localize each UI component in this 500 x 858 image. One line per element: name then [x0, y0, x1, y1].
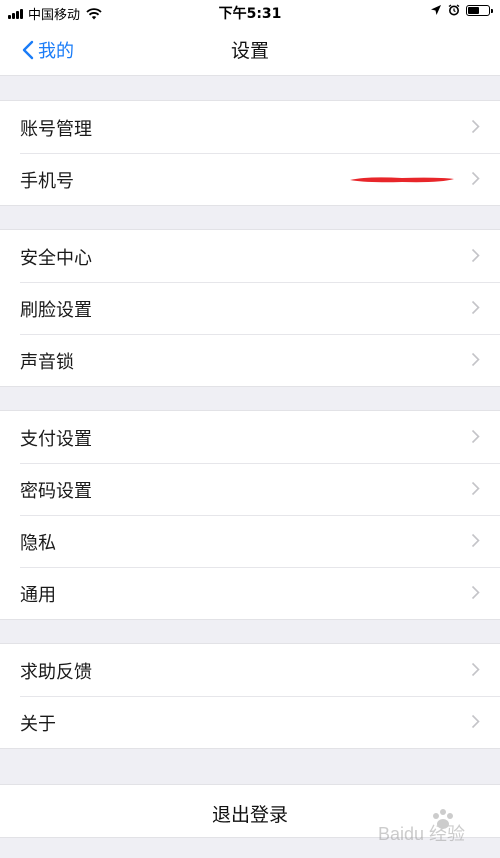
- settings-row-password-settings[interactable]: 密码设置: [0, 463, 500, 515]
- row-label: 密码设置: [20, 481, 92, 502]
- page-title: 设置: [230, 40, 269, 62]
- settings-row-security-center[interactable]: 安全中心: [0, 230, 500, 282]
- chevron-right-icon: [471, 300, 480, 315]
- row-label: 安全中心: [20, 248, 92, 269]
- status-bar: 中国移动 下午5:31: [0, 0, 500, 24]
- settings-row-face-settings[interactable]: 刷脸设置: [0, 282, 500, 334]
- row-label: 账号管理: [20, 119, 92, 140]
- chevron-right-icon: [471, 714, 480, 729]
- settings-group-security: 安全中心 刷脸设置 声音锁: [0, 229, 500, 387]
- row-label: 手机号: [20, 171, 74, 192]
- row-label: 支付设置: [20, 429, 92, 450]
- settings-row-voice-lock[interactable]: 声音锁: [0, 334, 500, 386]
- chevron-right-icon: [471, 533, 480, 548]
- baidu-watermark: Baidu 经验: [378, 809, 465, 844]
- navigation-bar: 我的 设置: [0, 24, 500, 76]
- chevron-right-icon: [471, 119, 480, 134]
- settings-row-phone-number[interactable]: 手机号: [0, 153, 500, 205]
- row-label: 求助反馈: [20, 662, 92, 683]
- chevron-right-icon: [471, 585, 480, 600]
- status-right: [430, 4, 493, 16]
- settings-row-payment-settings[interactable]: 支付设置: [0, 411, 500, 463]
- settings-group-payment: 支付设置 密码设置 隐私 通用: [0, 410, 500, 620]
- settings-group-support: 求助反馈 关于: [0, 643, 500, 749]
- settings-group-account: 账号管理 手机号: [0, 100, 500, 206]
- status-time: 下午5:31: [218, 6, 282, 22]
- alarm-icon: [448, 4, 460, 16]
- chevron-right-icon: [471, 429, 480, 444]
- settings-row-account-management[interactable]: 账号管理: [0, 101, 500, 153]
- row-label: 通用: [20, 585, 56, 606]
- location-icon: [431, 5, 441, 15]
- battery-icon: [466, 4, 493, 16]
- settings-row-about[interactable]: 关于: [0, 696, 500, 748]
- row-label: 隐私: [20, 533, 56, 554]
- chevron-right-icon: [471, 352, 480, 367]
- chevron-right-icon: [471, 481, 480, 496]
- chevron-right-icon: [471, 248, 480, 263]
- redaction-mark: [350, 177, 454, 183]
- chevron-right-icon: [471, 662, 480, 677]
- settings-row-privacy[interactable]: 隐私: [0, 515, 500, 567]
- row-label: 刷脸设置: [20, 300, 92, 321]
- row-label: 声音锁: [20, 352, 74, 373]
- settings-row-help-feedback[interactable]: 求助反馈: [0, 644, 500, 696]
- settings-row-general[interactable]: 通用: [0, 567, 500, 619]
- row-label: 关于: [20, 714, 56, 735]
- chevron-right-icon: [471, 171, 480, 186]
- watermark-text: Baidu 经验: [378, 824, 465, 844]
